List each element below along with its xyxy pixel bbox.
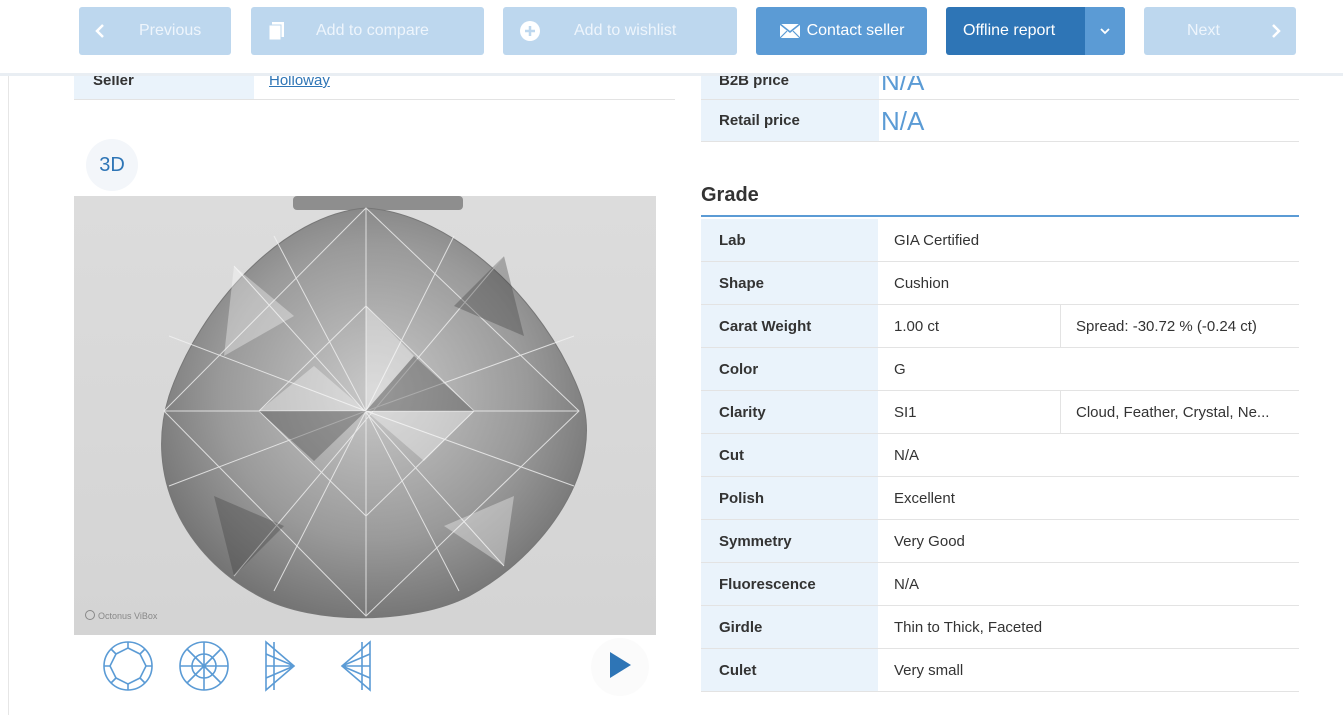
grade-value: Thin to Thick, Faceted bbox=[894, 619, 1043, 636]
side-view-icon[interactable] bbox=[254, 640, 306, 692]
next-label: Next bbox=[1187, 22, 1220, 39]
grade-value: GIA Certified bbox=[894, 232, 980, 249]
envelope-icon bbox=[779, 23, 801, 39]
retail-price-label: Retail price bbox=[701, 100, 879, 141]
contact-seller-button[interactable]: Contact seller bbox=[756, 7, 927, 55]
report-label: Offline report bbox=[963, 22, 1056, 39]
seller-row: Seller Holloway bbox=[74, 73, 675, 100]
report-options-toggle[interactable] bbox=[1085, 7, 1125, 55]
grade-value: SI1 bbox=[894, 404, 917, 421]
grade-label: Polish bbox=[701, 477, 878, 519]
grade-value: G bbox=[894, 361, 906, 378]
watermark-text: Octonus ViBox bbox=[98, 611, 158, 621]
b2b-price-row: B2B price N/A bbox=[701, 68, 1299, 100]
plus-circle-icon bbox=[503, 20, 547, 42]
diamond-viewer[interactable]: Octonus ViBox bbox=[74, 196, 656, 635]
document-copy-icon bbox=[251, 21, 291, 41]
grade-row-symmetry: Symmetry Very Good bbox=[701, 520, 1299, 563]
grade-row-lab: Lab GIA Certified bbox=[701, 219, 1299, 262]
grade-value: 1.00 ct bbox=[894, 318, 940, 335]
grade-label: Shape bbox=[701, 262, 878, 304]
grade-value: Excellent bbox=[894, 490, 955, 507]
grade-label: Cut bbox=[701, 434, 878, 476]
viewer-watermark: Octonus ViBox bbox=[84, 609, 157, 623]
chevron-down-icon bbox=[1099, 22, 1111, 40]
grade-label: Lab bbox=[701, 219, 878, 261]
b2b-price-label: B2B price bbox=[701, 76, 879, 99]
grade-value: Cushion bbox=[894, 275, 950, 292]
add-to-wishlist-button[interactable]: Add to wishlist bbox=[503, 7, 737, 55]
action-toolbar: Previous Add to compare Add to wishlist … bbox=[0, 0, 1343, 76]
wishlist-label: Add to wishlist bbox=[574, 22, 677, 39]
grade-row-shape: Shape Cushion bbox=[701, 262, 1299, 305]
seller-label: Seller bbox=[74, 76, 254, 99]
profile-view-icon[interactable] bbox=[330, 640, 382, 692]
view-3d-button[interactable]: 3D bbox=[86, 139, 138, 191]
grade-label: Girdle bbox=[701, 606, 878, 648]
grade-heading-underline bbox=[701, 215, 1299, 217]
grade-row-clarity: Clarity SI1 Cloud, Feather, Crystal, Ne.… bbox=[701, 391, 1299, 434]
spread-detail: Spread: -30.72 % (-0.24 ct) bbox=[1060, 305, 1299, 347]
play-button[interactable] bbox=[591, 638, 649, 696]
grade-label: Symmetry bbox=[701, 520, 878, 562]
seller-link[interactable]: Holloway bbox=[269, 73, 330, 88]
grade-row-girdle: Girdle Thin to Thick, Faceted bbox=[701, 606, 1299, 649]
retail-price-row: Retail price N/A bbox=[701, 100, 1299, 142]
octonus-logo-icon bbox=[84, 609, 96, 623]
previous-label: Previous bbox=[139, 22, 202, 39]
grade-label: Color bbox=[701, 348, 878, 390]
add-to-compare-button[interactable]: Add to compare bbox=[251, 7, 484, 55]
grade-label: Fluorescence bbox=[701, 563, 878, 605]
top-view-icon[interactable] bbox=[102, 640, 154, 692]
grade-row-polish: Polish Excellent bbox=[701, 477, 1299, 520]
grade-value: N/A bbox=[894, 447, 920, 464]
play-icon bbox=[607, 651, 633, 684]
chevron-left-icon bbox=[79, 23, 121, 39]
compare-label: Add to compare bbox=[316, 22, 429, 39]
grade-row-carat-weight: Carat Weight 1.00 ct Spread: -30.72 % (-… bbox=[701, 305, 1299, 348]
grade-value: N/A bbox=[894, 576, 920, 593]
grade-value: Very Good bbox=[894, 533, 965, 550]
inclusions-detail[interactable]: Cloud, Feather, Crystal, Ne... bbox=[1060, 391, 1299, 433]
view-angle-thumbnails bbox=[74, 636, 656, 696]
bottom-view-icon[interactable] bbox=[178, 640, 230, 692]
grade-row-fluorescence: Fluorescence N/A bbox=[701, 563, 1299, 606]
retail-price-value: N/A bbox=[881, 106, 925, 136]
grade-table: Lab GIA Certified Shape Cushion Carat We… bbox=[701, 219, 1299, 692]
offline-report-button[interactable]: Offline report bbox=[946, 7, 1125, 55]
chevron-right-icon bbox=[1270, 23, 1282, 39]
diamond-image bbox=[74, 196, 656, 635]
grade-heading: Grade bbox=[701, 184, 759, 206]
previous-button[interactable]: Previous bbox=[79, 7, 231, 55]
content-left-border bbox=[8, 76, 9, 715]
next-button[interactable]: Next bbox=[1144, 7, 1296, 55]
grade-row-culet: Culet Very small bbox=[701, 649, 1299, 692]
grade-value: Very small bbox=[894, 662, 964, 679]
grade-label: Culet bbox=[701, 649, 878, 691]
grade-label: Clarity bbox=[701, 391, 878, 433]
contact-label: Contact seller bbox=[806, 22, 905, 39]
grade-row-color: Color G bbox=[701, 348, 1299, 391]
grade-row-cut: Cut N/A bbox=[701, 434, 1299, 477]
grade-label: Carat Weight bbox=[701, 305, 878, 347]
